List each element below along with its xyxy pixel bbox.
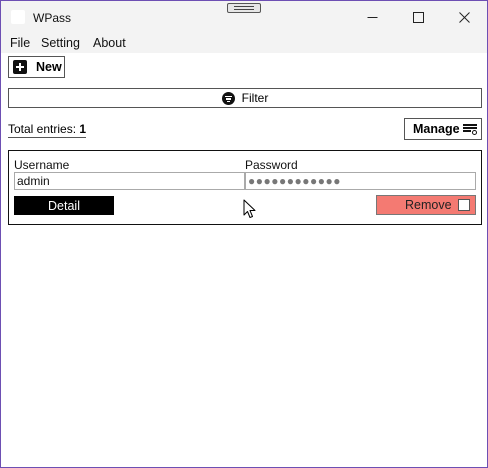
remove-label: Remove xyxy=(405,198,452,212)
minimize-button[interactable] xyxy=(349,1,395,33)
title-bar[interactable]: WPass xyxy=(1,1,487,33)
app-window: WPass File Setting About New Filter Tota… xyxy=(0,0,488,468)
maximize-button[interactable] xyxy=(395,1,441,33)
new-button-label: New xyxy=(36,60,62,74)
filter-button[interactable]: Filter xyxy=(8,88,482,108)
detail-label: Detail xyxy=(48,198,80,213)
menu-about[interactable]: About xyxy=(93,36,126,50)
menu-bar: File Setting About xyxy=(1,33,487,53)
snap-layout-grip[interactable] xyxy=(227,3,261,13)
password-field[interactable]: ●●●●●●●●●●●● xyxy=(245,172,476,190)
maximize-icon xyxy=(412,11,424,23)
plus-square-icon xyxy=(13,60,27,74)
username-field[interactable]: admin xyxy=(14,172,245,190)
minimize-icon xyxy=(367,16,377,18)
total-entries-count: 1 xyxy=(79,122,87,136)
filter-label: Filter xyxy=(241,91,269,105)
app-icon xyxy=(11,10,25,24)
remove-checkbox[interactable] xyxy=(458,199,470,211)
filter-icon xyxy=(221,91,235,105)
detail-button[interactable]: Detail xyxy=(14,196,114,215)
mouse-pointer-icon xyxy=(243,199,256,218)
username-label: Username xyxy=(14,158,70,172)
manage-list-icon xyxy=(463,124,477,135)
total-entries: Total entries: 1 xyxy=(8,122,87,138)
close-icon xyxy=(458,11,470,23)
manage-button[interactable]: Manage xyxy=(404,118,482,140)
close-button[interactable] xyxy=(441,1,487,33)
menu-file[interactable]: File xyxy=(10,36,30,50)
remove-button[interactable]: Remove xyxy=(376,195,476,215)
total-entries-label: Total entries: xyxy=(8,122,77,136)
manage-label: Manage xyxy=(413,122,460,136)
new-entry-button[interactable]: New xyxy=(8,56,65,78)
password-label: Password xyxy=(245,158,298,172)
window-title: WPass xyxy=(33,11,72,25)
menu-setting[interactable]: Setting xyxy=(41,36,80,50)
